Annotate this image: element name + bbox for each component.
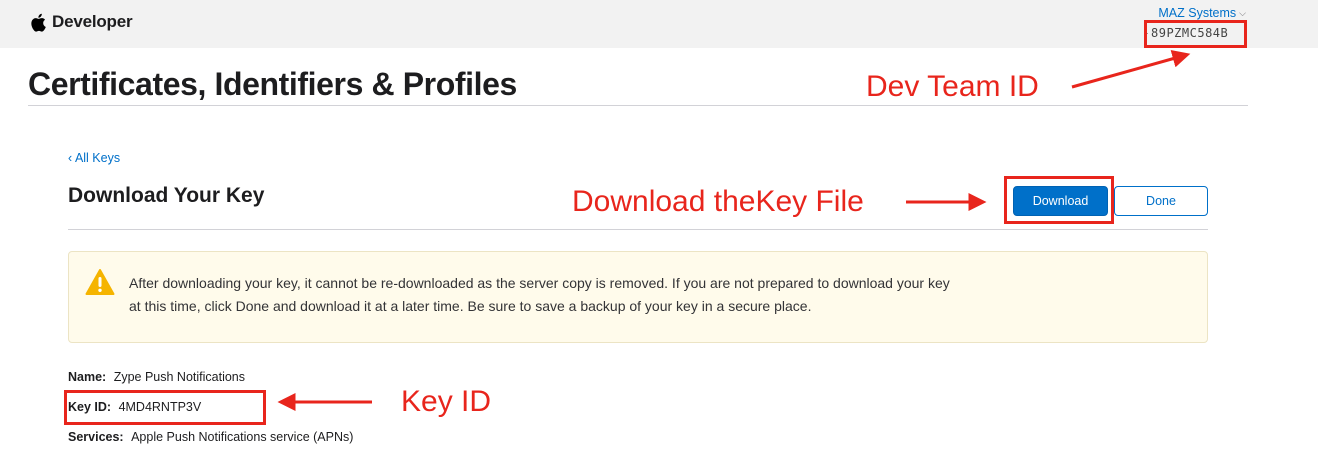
key-name-value: Zype Push Notifications: [113, 370, 246, 384]
developer-logo[interactable]: Developer: [30, 12, 133, 32]
key-id-annotation: Key ID: [401, 385, 492, 418]
team-id-arrow: [1071, 49, 1191, 89]
section-title: Download Your Key: [68, 184, 265, 207]
team-id-highlight-box: [1144, 20, 1247, 48]
key-name-label: Name:: [68, 370, 107, 384]
services-row: Services: Apple Push Notifications servi…: [68, 430, 353, 444]
brand-label: Developer: [52, 12, 133, 31]
warning-text: After downloading your key, it cannot be…: [129, 272, 1089, 318]
title-divider: [28, 105, 1248, 106]
apple-logo-icon: [31, 13, 46, 32]
download-highlight-box: [1004, 176, 1114, 224]
services-label: Services:: [68, 430, 124, 444]
page-title: Certificates, Identifiers & Profiles: [28, 66, 517, 102]
key-name-row: Name: Zype Push Notifications: [68, 370, 245, 384]
team-name: MAZ Systems: [1158, 6, 1237, 20]
key-id-highlight-box: [64, 390, 266, 425]
done-button[interactable]: Done: [1114, 186, 1208, 216]
warning-line-2: at this time, click Done and download it…: [129, 298, 812, 314]
top-bar: Developer MAZ Systems ⌵ 89PZMC584B: [0, 0, 1318, 48]
download-annotation: Download theKey File: [572, 185, 864, 218]
warning-line-1: After downloading your key, it cannot be…: [129, 275, 950, 291]
warning-icon: [85, 269, 115, 295]
all-keys-back-link[interactable]: ‹ All Keys: [68, 151, 120, 165]
dev-team-id-annotation: Dev Team ID: [866, 70, 1039, 103]
section-divider: [68, 229, 1208, 230]
warning-notice: After downloading your key, it cannot be…: [68, 251, 1208, 343]
services-value: Apple Push Notifications service (APNs): [131, 430, 354, 444]
team-selector[interactable]: MAZ Systems ⌵: [1158, 6, 1246, 20]
chevron-down-icon: ⌵: [1239, 7, 1246, 18]
